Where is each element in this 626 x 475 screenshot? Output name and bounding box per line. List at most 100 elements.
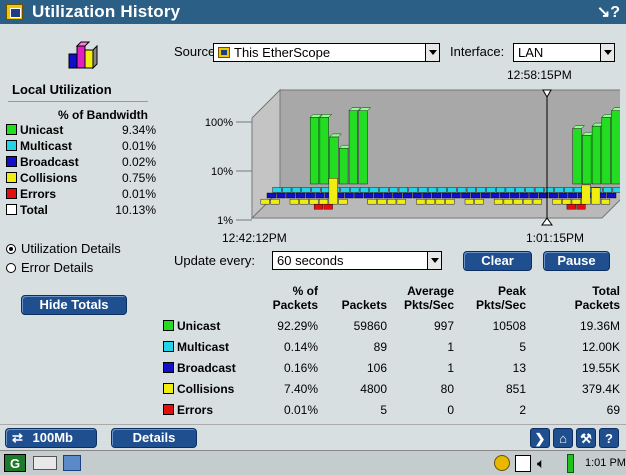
status-globe-icon[interactable] — [494, 455, 510, 471]
legend-name: Broadcast — [20, 155, 79, 169]
home-icon[interactable]: ⌂ — [553, 428, 573, 448]
chart-bar-collisions — [562, 198, 572, 205]
table-row-multicast: Multicast — [163, 340, 229, 354]
chart-bar-unicast — [611, 110, 620, 185]
chart-bar-broadcast — [470, 192, 481, 199]
radio-utilization-details[interactable]: Utilization Details — [6, 241, 121, 256]
chart-bar-unicast — [339, 148, 349, 185]
chart-bar-collisions — [552, 198, 562, 205]
window-icon[interactable] — [63, 455, 81, 471]
radio-selected-icon[interactable] — [6, 244, 16, 254]
table-cell: 2 — [519, 403, 526, 417]
legend-swatch — [6, 140, 17, 151]
chart-bar-broadcast — [364, 192, 374, 199]
row-swatch — [163, 362, 174, 373]
chart-bar-broadcast — [373, 192, 383, 199]
chart-bar-multicast — [447, 187, 457, 193]
header-line-2: Packets — [272, 298, 318, 312]
chart-bar-broadcast — [344, 192, 354, 199]
hide-totals-button[interactable]: Hide Totals — [21, 295, 127, 315]
legend-swatch — [6, 156, 17, 167]
chart-bar-multicast — [496, 187, 506, 193]
chart-bar-broadcast — [315, 192, 325, 199]
header-line-2: Packets — [574, 298, 620, 312]
chart-bar-collisions — [377, 198, 387, 205]
chart-bar-broadcast — [568, 192, 578, 199]
radio-unselected-icon[interactable] — [6, 263, 16, 273]
chart-bar-multicast — [544, 187, 554, 193]
chart-bar-broadcast — [295, 192, 306, 199]
table-cell: 0.16% — [283, 361, 318, 375]
interface-select[interactable]: LAN — [513, 43, 615, 62]
chart-bar-collisions — [318, 198, 329, 205]
chart-bar-multicast — [389, 187, 399, 193]
chart-bar-unicast — [309, 117, 320, 185]
help-icon[interactable]: ? — [599, 428, 619, 448]
back-icon[interactable]: ❯ — [530, 428, 550, 448]
app-icon — [6, 4, 23, 20]
title-bar: Utilization History ↘? — [0, 0, 626, 24]
table-cell: 5 — [519, 340, 526, 354]
chart-bar-multicast — [505, 187, 515, 193]
chevron-down-icon[interactable] — [425, 44, 439, 61]
chart-bar-broadcast — [266, 192, 276, 199]
table-cell: 997 — [433, 319, 454, 333]
chart-bar-broadcast — [461, 192, 471, 199]
chart-bar-broadcast — [432, 192, 442, 199]
table-header: Packets — [342, 284, 387, 312]
legend-swatch — [6, 188, 17, 199]
legend-item-total: Total 10.13% — [6, 203, 156, 217]
chart-bar-multicast — [515, 187, 525, 193]
chart-bar-unicast — [319, 117, 329, 185]
clipboard-icon[interactable] — [515, 455, 531, 472]
legend-value: 0.01% — [121, 139, 156, 153]
chart-bar-collisions — [581, 184, 591, 205]
table-cell: 69 — [606, 403, 620, 417]
chart-bar-collisions — [425, 198, 436, 205]
pause-button[interactable]: Pause — [543, 251, 610, 271]
chart-bar-collisions — [600, 198, 611, 205]
row-name: Broadcast — [177, 361, 236, 375]
chart-bar-broadcast — [354, 192, 364, 199]
keyboard-icon[interactable] — [33, 456, 57, 470]
chart-bar-multicast — [321, 187, 331, 193]
chart-bar-collisions — [513, 198, 523, 205]
chart-bar-collisions — [474, 198, 484, 205]
chart-bar-multicast — [408, 187, 418, 193]
speaker-icon[interactable]: 🔈︎ — [537, 455, 561, 471]
chart-bar-broadcast — [441, 192, 451, 199]
chevron-down-icon[interactable] — [600, 44, 614, 61]
table-cell: 0 — [447, 403, 454, 417]
legend-name: Errors — [20, 187, 57, 201]
window-title: Utilization History — [32, 2, 181, 21]
taskbar: G 🔈︎ 1:01 PM — [0, 450, 626, 475]
details-button[interactable]: Details — [111, 428, 197, 448]
divider — [8, 101, 148, 102]
chart-bar-multicast — [554, 187, 564, 193]
chart-x-start: 12:42:12PM — [222, 231, 287, 245]
chart-bar-errors — [313, 203, 324, 210]
utilization-chart[interactable]: 100% 10% 1% — [200, 80, 620, 232]
start-menu-icon[interactable]: G — [4, 454, 26, 472]
chart-bar-broadcast — [500, 192, 510, 199]
chart-bar-multicast — [564, 187, 574, 193]
tools-icon[interactable]: ⚒ — [576, 428, 596, 448]
chart-bar-unicast — [582, 135, 592, 185]
help-pointer-icon[interactable]: ↘? — [597, 2, 620, 22]
y-tick-label: 10% — [211, 166, 233, 178]
battery-icon — [567, 454, 574, 473]
table-cell: 10508 — [492, 319, 526, 333]
chart-bar-collisions — [309, 198, 319, 205]
speed-button[interactable]: ⇄ 100Mb — [5, 428, 97, 448]
header-line-1: % of — [292, 284, 318, 298]
update-interval-select[interactable]: 60 seconds — [272, 251, 442, 270]
table-row-broadcast: Broadcast — [163, 361, 236, 375]
radio-error-details[interactable]: Error Details — [6, 260, 93, 275]
clear-button[interactable]: Clear — [463, 251, 532, 271]
header-line-1: Peak — [497, 284, 526, 298]
chevron-down-icon[interactable] — [427, 252, 441, 269]
chart-bar-broadcast — [490, 192, 500, 199]
source-select[interactable]: This EtherScope — [213, 43, 440, 62]
chart-bar-collisions — [445, 198, 455, 205]
table-cell: 1 — [447, 340, 454, 354]
